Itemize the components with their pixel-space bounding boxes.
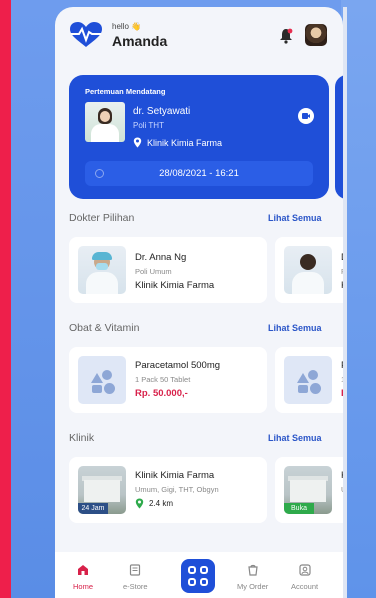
upcoming-appointment-card[interactable]: Pertemuan Mendatang dr. Setyawati Poli T… (69, 75, 329, 199)
clinic-photo: Buka (284, 466, 332, 514)
nav-estore[interactable]: e-Store (123, 564, 148, 591)
clock-icon (95, 169, 104, 178)
doctor-name-peek: D (341, 252, 343, 263)
appointment-datetime-bar: 28/08/2021 - 16:21 (85, 161, 313, 186)
location-pin-icon (135, 498, 144, 509)
doctor-thumbnail (78, 246, 126, 294)
doctor-clinic: Klinik Kimia Farma (135, 280, 215, 291)
clinic-photo: 24 Jam (78, 466, 126, 514)
background-left (0, 0, 11, 598)
location-pin-icon (133, 137, 142, 148)
appointment-clinic-label: Klinik Kimia Farma (147, 137, 223, 148)
home-icon (78, 565, 88, 575)
doctor-card-peek[interactable]: D P K (275, 237, 343, 303)
clinic-services: Umum, Gigi, THT, Obgyn (135, 485, 219, 494)
nav-estore-label: e-Store (123, 582, 148, 591)
doctor-thumbnail (284, 246, 332, 294)
bell-icon[interactable] (279, 28, 293, 44)
doctor-specialty: Poli Umum (135, 267, 172, 276)
clinic-card[interactable]: 24 Jam Klinik Kimia Farma Umum, Gigi, TH… (69, 457, 267, 523)
nav-my-order-label: My Order (237, 582, 269, 591)
clinic-distance: 2.4 km (149, 499, 174, 508)
phone-screen: hello 👋 Amanda Pertemuan Mendatang dr. S… (55, 7, 343, 598)
hello-text: hello 👋 (112, 21, 142, 31)
doctor-card[interactable]: Dr. Anna Ng Poli Umum Klinik Kimia Farma (69, 237, 267, 303)
med-price: Rp. 50.000,- (135, 388, 188, 399)
nav-account[interactable]: Account (291, 564, 318, 591)
bottom-navigation: Home e-Store My Order Account (55, 552, 343, 598)
account-icon (298, 564, 311, 576)
section-title-meds: Obat & Vitamin (69, 322, 140, 334)
med-pack-peek: 1 (341, 375, 343, 384)
clinic-hours-badge: 24 Jam (78, 503, 108, 514)
med-price-peek: R (341, 388, 343, 399)
clinic-name-peek: K (341, 470, 343, 481)
see-all-clinics-link[interactable]: Lihat Semua (268, 433, 322, 443)
appointment-poli: Poli THT (133, 121, 164, 130)
scan-qr-button[interactable] (181, 559, 215, 593)
avatar[interactable] (305, 24, 327, 46)
see-all-meds-link[interactable]: Lihat Semua (268, 323, 322, 333)
section-title-clinics: Klinik (69, 432, 95, 444)
doctor-name: Dr. Anna Ng (135, 252, 187, 263)
clinic-card-peek[interactable]: Buka K U (275, 457, 343, 523)
clinic-services-peek: U (341, 485, 343, 494)
clinic-name: Klinik Kimia Farma (135, 470, 215, 481)
appointment-doctor: dr. Setyawati (133, 106, 191, 117)
nav-home[interactable]: Home (73, 564, 93, 591)
doctor-poli-peek: P (341, 267, 343, 276)
nav-my-order[interactable]: My Order (237, 564, 268, 591)
med-name: Paracetamol 500mg (135, 360, 221, 371)
nav-home-label: Home (73, 582, 94, 591)
greeting: hello 👋 Amanda (68, 21, 167, 49)
section-title-doctors: Dokter Pilihan (69, 212, 135, 224)
heart-pulse-logo-icon (70, 22, 102, 47)
see-all-doctors-link[interactable]: Lihat Semua (268, 213, 322, 223)
next-appointment-card-peek[interactable] (335, 75, 343, 199)
appointment-clinic: Klinik Kimia Farma (133, 137, 222, 148)
med-card-peek[interactable]: P 1 R (275, 347, 343, 413)
medicine-placeholder-icon (284, 356, 332, 404)
doctor-clinic-peek: K (341, 280, 343, 291)
store-icon (130, 564, 141, 576)
video-call-icon[interactable] (298, 108, 314, 124)
med-name-peek: P (341, 360, 343, 371)
nav-account-label: Account (291, 582, 319, 591)
user-name: Amanda (112, 32, 168, 49)
order-icon (247, 564, 258, 576)
appointment-title: Pertemuan Mendatang (85, 87, 166, 96)
med-card[interactable]: Paracetamol 500mg 1 Pack 50 Tablet Rp. 5… (69, 347, 267, 413)
appointment-datetime: 28/08/2021 - 16:21 (159, 168, 239, 179)
medicine-placeholder-icon (78, 356, 126, 404)
med-pack: 1 Pack 50 Tablet (135, 375, 191, 384)
clinic-open-badge: Buka (284, 503, 314, 514)
phone-edge (343, 7, 347, 598)
doctor-photo (85, 102, 125, 142)
